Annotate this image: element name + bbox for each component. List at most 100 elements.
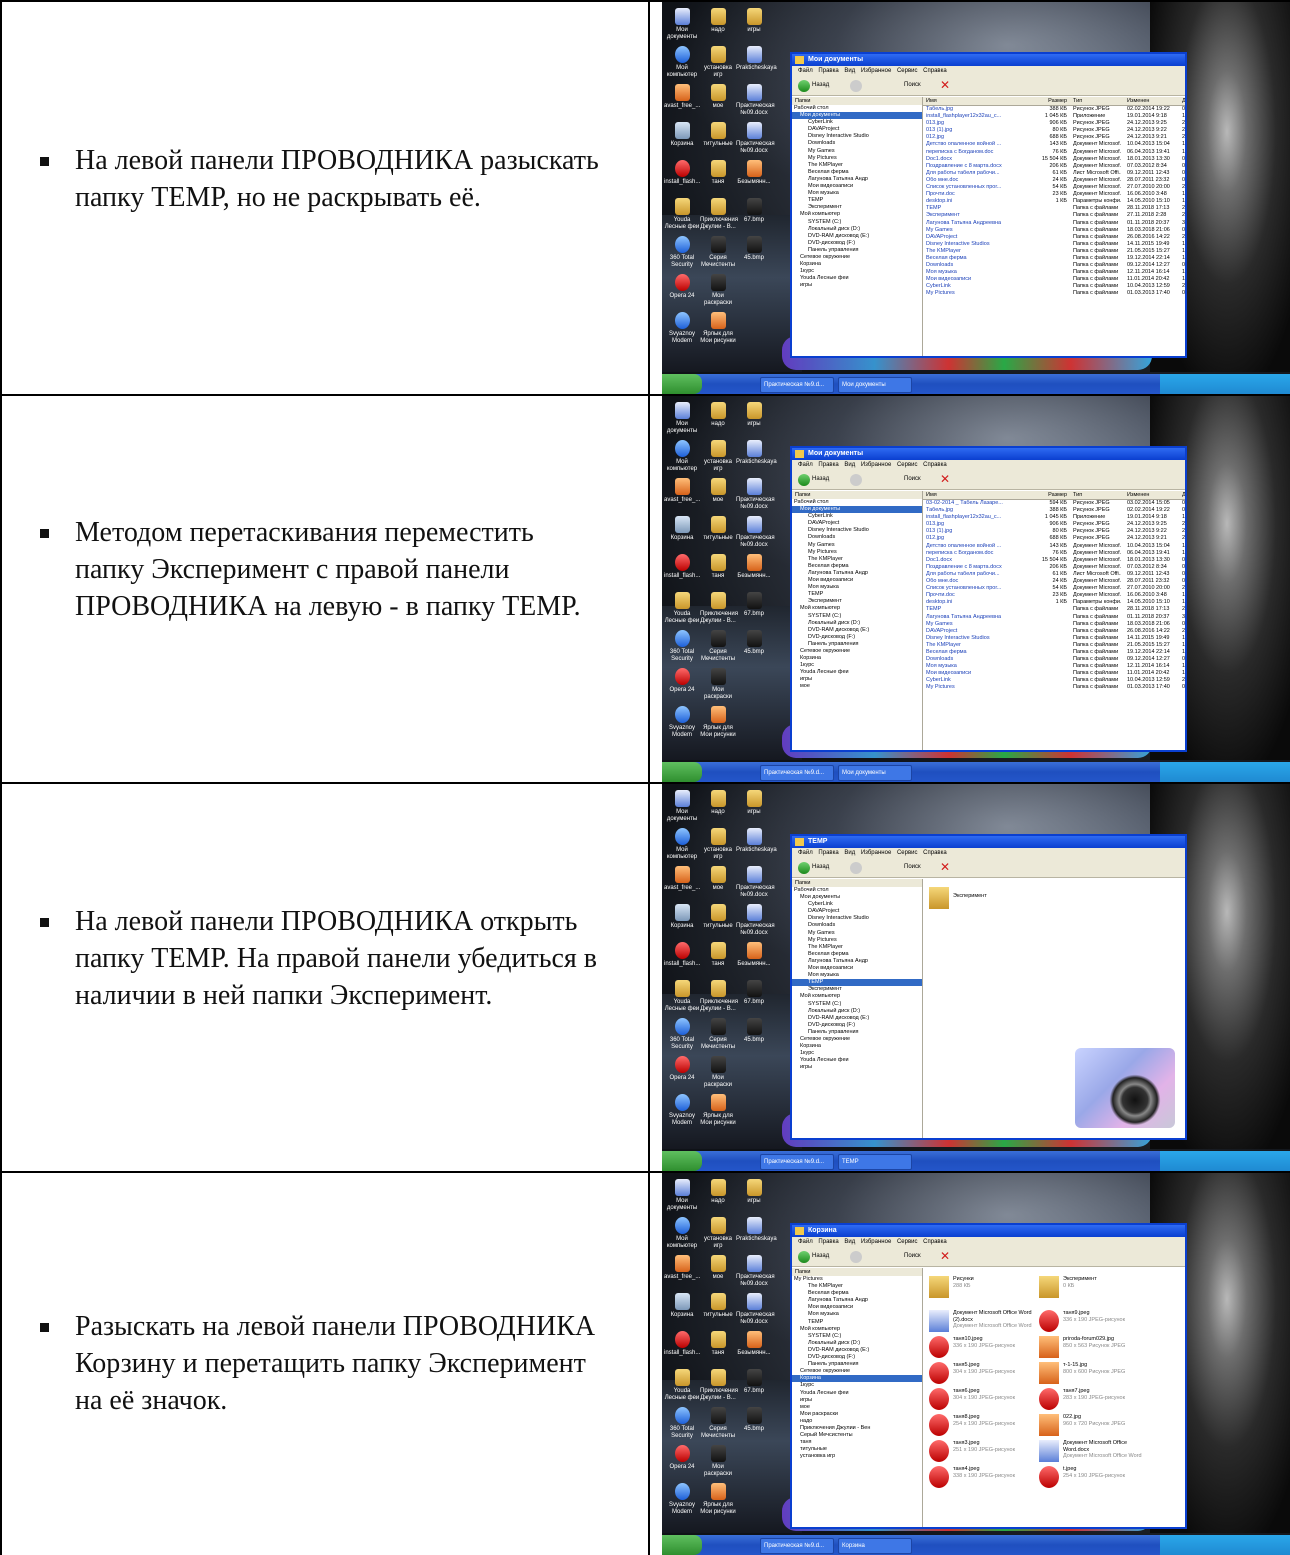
desktop-icon[interactable]: Ярлык для Мои рисунки — [700, 312, 736, 345]
file-row[interactable]: Табель.jpg 388 КБ Рисунок JPEG 02.02.2014 1… — [923, 507, 1185, 514]
back-arrow-icon[interactable] — [798, 80, 810, 92]
file-row[interactable]: CyberLink Папка с файлами 10.04.2013 12:59… — [923, 677, 1185, 684]
tree-item[interactable]: установка игр — [792, 1453, 922, 1460]
desktop-icon[interactable]: Мои документы — [664, 1179, 700, 1212]
desktop-icon[interactable]: install_flash... — [664, 1331, 700, 1357]
tree-item[interactable]: DAVAProject — [792, 126, 922, 133]
tree-item[interactable]: Моя музыка — [792, 1311, 922, 1318]
desktop-icon[interactable]: Практическая №09.docx — [736, 866, 775, 899]
tree-item[interactable]: 1курс — [792, 1050, 922, 1057]
desktop-icon[interactable]: Мои раскраски — [700, 668, 736, 701]
folder-item[interactable]: Эксперимент — [929, 885, 1039, 911]
tree-item[interactable]: Моя музыка — [792, 190, 922, 197]
desktop-icon[interactable]: Svyaznoy Modem — [664, 1483, 700, 1516]
start-button[interactable] — [662, 1151, 702, 1171]
tree-item[interactable]: SYSTEM (C:) — [792, 1001, 922, 1008]
search-button-label[interactable]: Поиск — [904, 82, 921, 88]
desktop-icon[interactable]: Безымянн... — [736, 942, 772, 968]
tree-item[interactable]: The KMPlayer — [792, 944, 922, 951]
desktop-icon[interactable]: мое — [700, 84, 736, 110]
desktop-icon[interactable]: 67.bmp — [736, 592, 772, 618]
tree-item[interactable]: DVD-дисковод (F:) — [792, 1354, 922, 1361]
tree-item[interactable]: Мои документы — [792, 112, 922, 120]
desktop-icon[interactable]: Практическая №09.docx — [736, 122, 775, 155]
desktop-icon[interactable]: 67.bmp — [736, 980, 772, 1006]
taskbar-button[interactable]: Мои документы — [838, 377, 912, 393]
tree-item[interactable]: Мои документы — [792, 894, 922, 901]
desktop-icon[interactable]: Opera 24 — [664, 1445, 700, 1471]
file-row[interactable]: 013 (1).jpg 80 КБ Рисунок JPEG 24.12.2013 9… — [923, 127, 1185, 134]
desktop-icon[interactable]: Корзина — [664, 516, 700, 542]
tree-item[interactable]: Панель управления — [792, 1029, 922, 1036]
desktop-icon[interactable]: Мои раскраски — [700, 274, 736, 307]
tree-item[interactable]: Disney Interactive Studio — [792, 527, 922, 534]
file-row[interactable]: Doc1.docx 15 504 КБ Документ Microsof... 18… — [923, 156, 1185, 163]
back-arrow-icon[interactable] — [798, 862, 810, 874]
desktop-icon[interactable]: install_flash... — [664, 554, 700, 580]
back-button-label[interactable]: Назад — [812, 82, 829, 88]
tree-item[interactable]: Youda Лесные феи — [792, 669, 922, 676]
tree-item[interactable]: DVD-дисковод (F:) — [792, 634, 922, 641]
tree-item[interactable]: Мой компьютер — [792, 605, 922, 612]
file-row[interactable]: Эксперимент Папка с файлами 27.11.2018 2:2… — [923, 212, 1185, 219]
file-row[interactable]: Лагунова Татьяна Андреевна Папка с файлам… — [923, 614, 1185, 621]
tree-item[interactable]: My Games — [792, 930, 922, 937]
tree-item[interactable]: 1курс — [792, 1382, 922, 1389]
desktop-icon[interactable]: 360 Total Security — [664, 630, 700, 663]
desktop-icon[interactable]: Безымянн... — [736, 1331, 772, 1357]
tree-item[interactable]: My Pictures — [792, 155, 922, 162]
tree-item[interactable]: Мой компьютер — [792, 1326, 922, 1333]
forward-arrow-icon[interactable] — [850, 1251, 862, 1263]
tree-item[interactable]: Рабочий стол — [792, 499, 922, 506]
file-row[interactable]: Список установленных прог... 54 КБ Докумен… — [923, 184, 1185, 191]
tree-item[interactable]: CyberLink — [792, 901, 922, 908]
desktop-icon[interactable]: Серия Мечистенты — [700, 1018, 736, 1051]
file-row[interactable]: 013.jpg 906 КБ Рисунок JPEG 24.12.2013 9:25… — [923, 120, 1185, 127]
file-row[interactable]: DAVAProject Папка с файлами 26.08.2016 14:… — [923, 234, 1185, 241]
recycle-item[interactable]: 022.jpg 960 x 720 Рисунок JPEG — [1039, 1412, 1149, 1438]
desktop-icon[interactable]: титульные — [700, 904, 736, 930]
file-row[interactable]: Doc1.docx 15 504 КБ Документ Microsof... 18… — [923, 557, 1185, 564]
desktop-icon[interactable]: 360 Total Security — [664, 1018, 700, 1051]
tree-item[interactable]: игры — [792, 282, 922, 289]
tree-item[interactable]: My Pictures — [792, 1276, 922, 1283]
menu-bar[interactable]: Файл Правка Вид Избранное Сервис Справка — [792, 460, 1185, 471]
recycle-item[interactable]: таня6.jpeg 304 x 190 JPEG-рисунок — [929, 1386, 1039, 1412]
column-header[interactable]: Размер — [1041, 491, 1067, 499]
file-row[interactable]: Для работы табеля рабочи... 61 КБ Лист Mic… — [923, 571, 1185, 578]
desktop-icon[interactable]: титульные — [700, 516, 736, 542]
file-row[interactable]: My Pictures Папка с файлами 01.03.2013 17:… — [923, 290, 1185, 297]
tree-item[interactable]: TEMP — [792, 979, 922, 987]
desktop-icon[interactable]: установка игр — [700, 440, 736, 473]
delete-icon[interactable]: ✕ — [940, 861, 950, 873]
recycle-item[interactable]: таня4.jpeg 338 x 190 JPEG-рисунок — [929, 1464, 1039, 1490]
tree-item[interactable]: DAVAProject — [792, 908, 922, 915]
desktop-icon[interactable]: Корзина — [664, 1293, 700, 1319]
tree-item[interactable]: игры — [792, 1397, 922, 1404]
desktop-icon[interactable]: Серия Мечистенты — [700, 1407, 736, 1440]
desktop-icon[interactable]: 45.bmp — [736, 1407, 772, 1433]
tree-item[interactable]: игры — [792, 676, 922, 683]
forward-arrow-icon[interactable] — [850, 474, 862, 486]
desktop-icon[interactable]: таня — [700, 160, 736, 186]
desktop-icon[interactable]: 45.bmp — [736, 630, 772, 656]
desktop-icon[interactable]: Svyaznoy Modem — [664, 312, 700, 345]
desktop-icon[interactable]: Приключения Джулии - В... — [700, 1369, 738, 1402]
file-row[interactable]: CyberLink Папка с файлами 10.04.2013 12:59… — [923, 283, 1185, 290]
tree-item[interactable]: The KMPlayer — [792, 556, 922, 563]
tree-item[interactable]: Панель управления — [792, 247, 922, 254]
tree-item[interactable]: Disney Interactive Studio — [792, 133, 922, 140]
taskbar-button[interactable]: Практическая №9.d... — [760, 1154, 834, 1170]
file-row[interactable]: desktop.ini 1 КБ Параметры конфи... 14.05.2… — [923, 599, 1185, 606]
tree-item[interactable]: SYSTEM (C:) — [792, 219, 922, 226]
desktop-icon[interactable]: Практическая №09.docx — [736, 84, 775, 117]
desktop-icon[interactable]: Youda Лесные феи — [664, 198, 700, 231]
file-row[interactable]: Поздравление с 8 марта.docx 206 КБ Докумен… — [923, 163, 1185, 170]
desktop-icon[interactable]: avast_free_... — [664, 478, 700, 504]
desktop-icon[interactable]: 45.bmp — [736, 236, 772, 262]
column-header[interactable]: Дата созд — [1182, 491, 1185, 499]
desktop-icon[interactable]: Мои документы — [664, 8, 700, 41]
tree-item[interactable]: TEMP — [792, 197, 922, 204]
recycle-item[interactable]: t.jpeg 254 x 190 JPEG-рисунок — [1039, 1464, 1149, 1490]
file-row[interactable]: Моя музыка Папка с файлами 12.11.2014 16:1… — [923, 269, 1185, 276]
